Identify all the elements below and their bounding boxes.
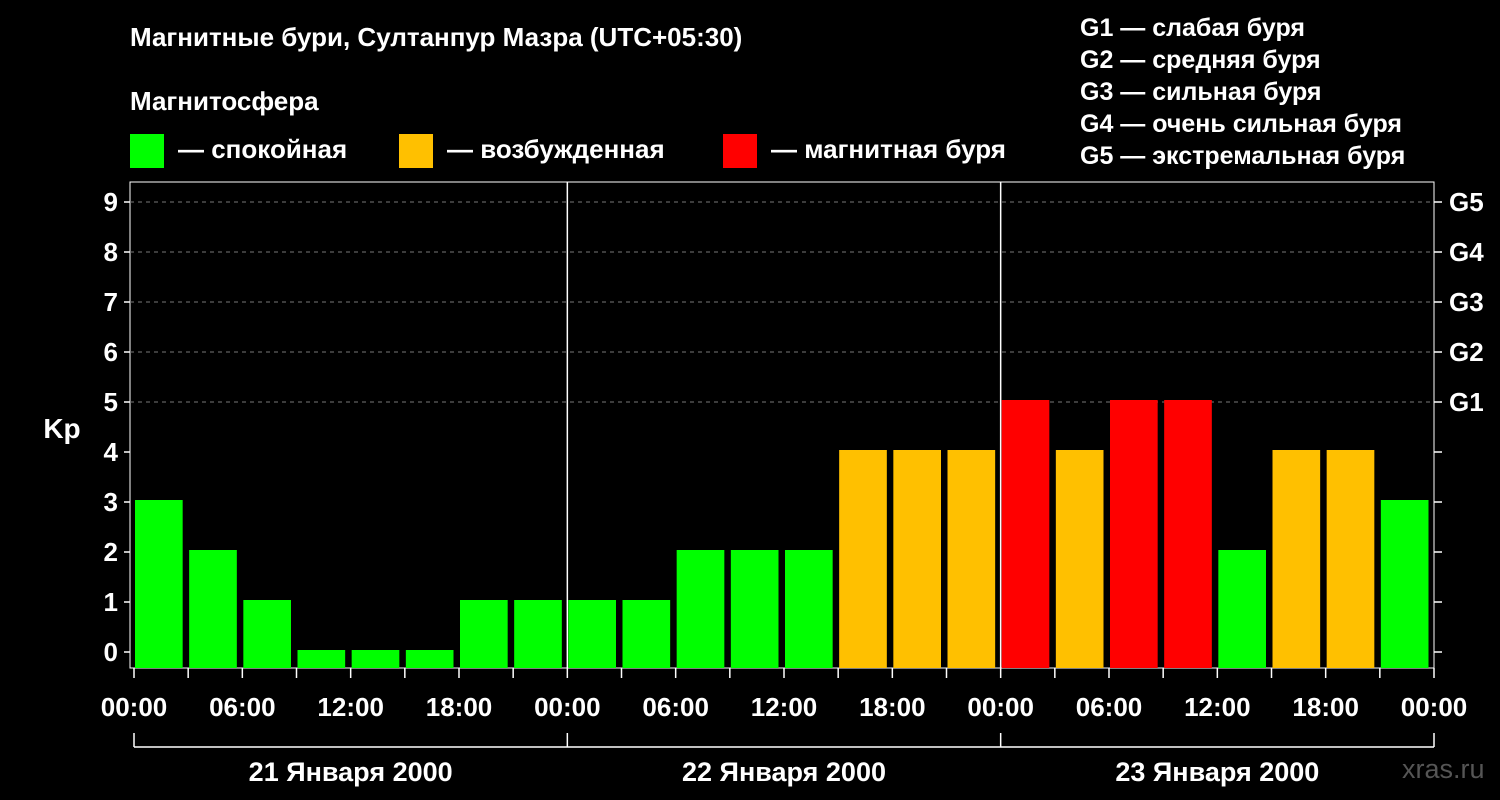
y-tick-label: 0 bbox=[104, 637, 118, 667]
y-axis-label: Kp bbox=[43, 413, 80, 444]
x-tick-label: 12:00 bbox=[1184, 692, 1251, 722]
y-tick-label: 1 bbox=[104, 587, 118, 617]
day-label: 22 Января 2000 bbox=[682, 757, 886, 787]
g-scale-label: G5 bbox=[1449, 187, 1484, 217]
kp-bar bbox=[189, 550, 237, 668]
x-tick-label: 00:00 bbox=[967, 692, 1034, 722]
kp-bar bbox=[622, 600, 671, 668]
kp-bar bbox=[730, 550, 779, 668]
kp-bar bbox=[351, 650, 400, 668]
kp-bar bbox=[947, 450, 996, 668]
x-tick-label: 12:00 bbox=[317, 692, 384, 722]
kp-bar bbox=[514, 600, 562, 668]
x-tick-label: 18:00 bbox=[1292, 692, 1359, 722]
x-tick-label: 18:00 bbox=[426, 692, 493, 722]
x-tick-label: 06:00 bbox=[642, 692, 709, 722]
y-tick-label: 2 bbox=[104, 537, 118, 567]
x-tick-label: 18:00 bbox=[859, 692, 926, 722]
x-tick-label: 00:00 bbox=[101, 692, 168, 722]
y-tick-label: 7 bbox=[104, 287, 118, 317]
kp-bar bbox=[297, 650, 346, 668]
g-scale-label: G1 bbox=[1449, 387, 1484, 417]
y-tick-label: 5 bbox=[104, 387, 118, 417]
x-tick-label: 00:00 bbox=[534, 692, 601, 722]
g-scale-label: G3 bbox=[1449, 287, 1484, 317]
x-tick-label: 06:00 bbox=[1076, 692, 1143, 722]
kp-bar bbox=[839, 450, 887, 668]
kp-bar bbox=[1055, 450, 1104, 668]
kp-bar bbox=[568, 600, 616, 668]
kp-bar bbox=[1380, 500, 1429, 668]
x-tick-label: 00:00 bbox=[1401, 692, 1468, 722]
kp-bar bbox=[460, 600, 508, 668]
kp-bar bbox=[1164, 400, 1212, 668]
kp-bar bbox=[785, 550, 833, 668]
y-tick-label: 3 bbox=[104, 487, 118, 517]
kp-bar bbox=[676, 550, 725, 668]
kp-bar bbox=[1326, 450, 1375, 668]
kp-bar bbox=[1001, 400, 1050, 668]
kp-bar bbox=[135, 500, 183, 668]
day-label: 21 Января 2000 bbox=[249, 757, 453, 787]
g-scale-label: G4 bbox=[1449, 237, 1484, 267]
y-tick-label: 9 bbox=[104, 187, 118, 217]
kp-chart: 0 1 2 3 4 5 6 7 8 9 G1 G2 G3 G4 G5 Kp 00:00 06:00 12:00 18:… bbox=[43, 181, 1484, 787]
kp-bar bbox=[1218, 550, 1266, 668]
watermark: xras.ru bbox=[1402, 754, 1485, 784]
x-tick-label: 12:00 bbox=[751, 692, 818, 722]
kp-bar bbox=[1272, 450, 1321, 668]
kp-bar bbox=[893, 450, 941, 668]
y-tick-label: 6 bbox=[104, 337, 118, 367]
kp-bar bbox=[405, 650, 454, 668]
kp-bar bbox=[1110, 400, 1158, 668]
g-scale-label: G2 bbox=[1449, 337, 1484, 367]
day-label: 23 Января 2000 bbox=[1115, 757, 1319, 787]
kp-bar bbox=[243, 600, 291, 668]
y-tick-label: 4 bbox=[104, 437, 119, 467]
y-tick-label: 8 bbox=[104, 237, 118, 267]
x-tick-label: 06:00 bbox=[209, 692, 276, 722]
